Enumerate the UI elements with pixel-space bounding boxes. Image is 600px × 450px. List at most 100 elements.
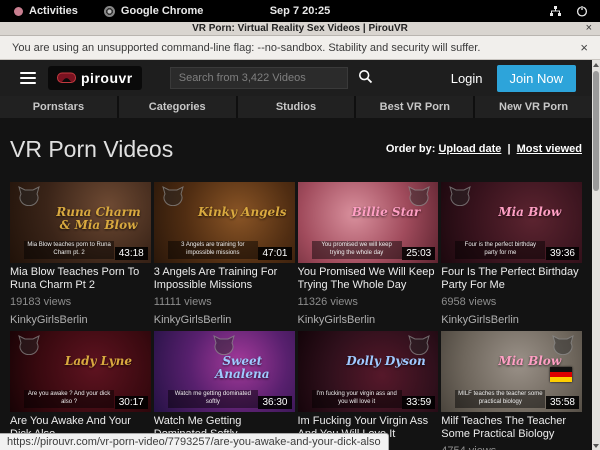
app-menu-label: Google Chrome xyxy=(121,5,204,17)
power-icon[interactable] xyxy=(576,5,588,17)
thumbnail-caption: Four is the perfect birthday party for m… xyxy=(455,241,545,259)
thumbnail-caption: I'm fucking your virgin ass and you will… xyxy=(312,390,402,408)
duration-badge: 25:03 xyxy=(402,247,435,260)
video-thumbnail[interactable]: Billie Star You promised we will keep tr… xyxy=(298,182,439,263)
nav-pornstars[interactable]: Pornstars xyxy=(0,96,117,118)
channel-link[interactable]: KinkyGirlsBerlin xyxy=(154,314,295,327)
system-top-bar: Activities Google Chrome Sep 7 20:25 xyxy=(0,0,600,22)
site-logo[interactable]: pirouvr xyxy=(48,66,142,90)
app-menu-google-chrome[interactable]: Google Chrome xyxy=(104,5,204,17)
search-button[interactable] xyxy=(348,67,383,89)
duration-badge: 33:59 xyxy=(402,396,435,409)
chrome-icon xyxy=(104,6,115,17)
activities-label: Activities xyxy=(29,5,78,17)
duration-badge: 30:17 xyxy=(115,396,148,409)
duration-badge: 36:30 xyxy=(258,396,291,409)
video-card[interactable]: Mia Blow Four is the perfect birthday pa… xyxy=(441,182,582,327)
thumbnail-overlay-title: Billie Star xyxy=(340,206,433,219)
vr-headset-icon xyxy=(57,72,76,84)
scroll-down-button[interactable] xyxy=(592,441,600,450)
scrollbar-thumb[interactable] xyxy=(593,71,599,191)
nav-best-vr-porn[interactable]: Best VR Porn xyxy=(354,96,473,118)
studio-watermark-icon xyxy=(552,335,574,355)
video-thumbnail[interactable]: Dolly Dyson I'm fucking your virgin ass … xyxy=(298,331,439,412)
activities-button[interactable]: Activities xyxy=(14,5,78,17)
video-title[interactable]: Mia Blow Teaches Porn To Runa Charm Pt 2 xyxy=(10,266,151,292)
studio-watermark-icon xyxy=(213,335,235,355)
video-thumbnail[interactable]: Mia Blow Four is the perfect birthday pa… xyxy=(441,182,582,263)
thumbnail-overlay-title: Mia Blow xyxy=(483,206,576,219)
studio-watermark-icon xyxy=(449,186,471,206)
video-thumbnail[interactable]: Kinky Angels 3 Angels are training for i… xyxy=(154,182,295,263)
nav-studios[interactable]: Studios xyxy=(236,96,355,118)
video-thumbnail[interactable]: Mia Blow MILF teaches the teacher some p… xyxy=(441,331,582,412)
infobar-close-button[interactable]: × xyxy=(580,40,588,55)
german-flag-icon xyxy=(550,367,572,382)
order-by-label: Order by: xyxy=(386,143,436,155)
channel-link[interactable]: KinkyGirlsBerlin xyxy=(10,314,151,327)
nav-categories[interactable]: Categories xyxy=(117,96,236,118)
thumbnail-caption: 3 Angels are training for impossible mis… xyxy=(168,241,258,259)
thumbnail-overlay-title: Kinky Angels xyxy=(196,206,289,219)
search-icon xyxy=(358,69,373,84)
studio-watermark-icon xyxy=(18,335,40,355)
duration-badge: 39:36 xyxy=(546,247,579,260)
studio-watermark-icon xyxy=(162,186,184,206)
site-logo-text: pirouvr xyxy=(81,70,133,86)
studio-watermark-icon xyxy=(408,186,430,206)
site-header: pirouvr Login Join Now xyxy=(0,60,592,96)
video-thumbnail[interactable]: Runa Charm & Mia Blow Mia Blow teaches p… xyxy=(10,182,151,263)
channel-link[interactable]: KinkyGirlsBerlin xyxy=(441,314,582,327)
thumbnail-caption: Watch me getting dominated softly xyxy=(168,390,258,408)
view-count: 4754 views xyxy=(441,445,582,450)
scroll-up-button[interactable] xyxy=(592,60,600,69)
video-title[interactable]: Milf Teaches The Teacher Some Practical … xyxy=(441,415,582,441)
order-by-upload-date-link[interactable]: Upload date xyxy=(438,143,501,155)
video-thumbnail[interactable]: Sweet Analena Watch me getting dominated… xyxy=(154,331,295,412)
search-input[interactable] xyxy=(170,67,348,89)
video-title[interactable]: You Promised We Will Keep Trying The Who… xyxy=(298,266,439,292)
thumbnail-overlay-title: Dolly Dyson xyxy=(340,355,433,368)
window-title: VR Porn: Virtual Reality Sex Videos | Pi… xyxy=(0,23,600,34)
studio-watermark-icon xyxy=(408,335,430,355)
video-title[interactable]: 3 Angels Are Training For Impossible Mis… xyxy=(154,266,295,292)
view-count: 11111 views xyxy=(154,296,295,309)
screen: Activities Google Chrome Sep 7 20:25 V xyxy=(0,0,600,450)
infobar-message: You are using an unsupported command-lin… xyxy=(12,42,480,54)
video-card[interactable]: Billie Star You promised we will keep tr… xyxy=(298,182,439,327)
order-by-separator: | xyxy=(504,143,513,155)
hamburger-menu-icon[interactable] xyxy=(20,69,36,87)
duration-badge: 35:58 xyxy=(546,396,579,409)
thumbnail-caption: MILF teaches the teacher some practical … xyxy=(455,390,545,408)
thumbnail-overlay-title: Mia Blow xyxy=(483,355,576,368)
thumbnail-caption: Mia Blow teaches porn to Runa Charm pt. … xyxy=(24,241,114,259)
vertical-scrollbar[interactable] xyxy=(592,60,600,450)
join-now-button[interactable]: Join Now xyxy=(497,65,576,92)
nav-new-vr-porn[interactable]: New VR Porn xyxy=(473,96,592,118)
thumbnail-caption: Are you awake ? And your dick also ? xyxy=(24,390,114,408)
browser-viewport: pirouvr Login Join Now xyxy=(0,60,600,450)
login-link[interactable]: Login xyxy=(451,71,483,86)
video-card[interactable]: Runa Charm & Mia Blow Mia Blow teaches p… xyxy=(10,182,151,327)
network-icon[interactable] xyxy=(549,5,562,17)
window-titlebar: VR Porn: Virtual Reality Sex Videos | Pi… xyxy=(0,22,600,36)
video-title[interactable]: Four Is The Perfect Birthday Party For M… xyxy=(441,266,582,292)
video-grid: Runa Charm & Mia Blow Mia Blow teaches p… xyxy=(10,182,582,450)
video-card[interactable]: Kinky Angels 3 Angels are training for i… xyxy=(154,182,295,327)
view-count: 19183 views xyxy=(10,296,151,309)
thumbnail-overlay-title: Sweet Analena xyxy=(196,355,289,380)
thumbnail-overlay-title: Runa Charm & Mia Blow xyxy=(52,206,145,231)
view-count: 11326 views xyxy=(298,296,439,309)
window-close-button[interactable]: × xyxy=(586,22,592,35)
duration-badge: 47:01 xyxy=(258,247,291,260)
chrome-infobar: You are using an unsupported command-lin… xyxy=(0,36,600,60)
video-thumbnail[interactable]: Lady Lyne Are you awake ? And your dick … xyxy=(10,331,151,412)
status-url-tooltip: https://pirouvr.com/vr-porn-video/779325… xyxy=(0,433,389,450)
studio-watermark-icon xyxy=(18,186,40,206)
main-nav: Pornstars Categories Studios Best VR Por… xyxy=(0,96,592,118)
channel-link[interactable]: KinkyGirlsBerlin xyxy=(298,314,439,327)
view-count: 6958 views xyxy=(441,296,582,309)
order-by-most-viewed-link[interactable]: Most viewed xyxy=(517,143,582,155)
thumbnail-caption: You promised we will keep trying the who… xyxy=(312,241,402,259)
video-card[interactable]: Mia Blow MILF teaches the teacher some p… xyxy=(441,331,582,450)
